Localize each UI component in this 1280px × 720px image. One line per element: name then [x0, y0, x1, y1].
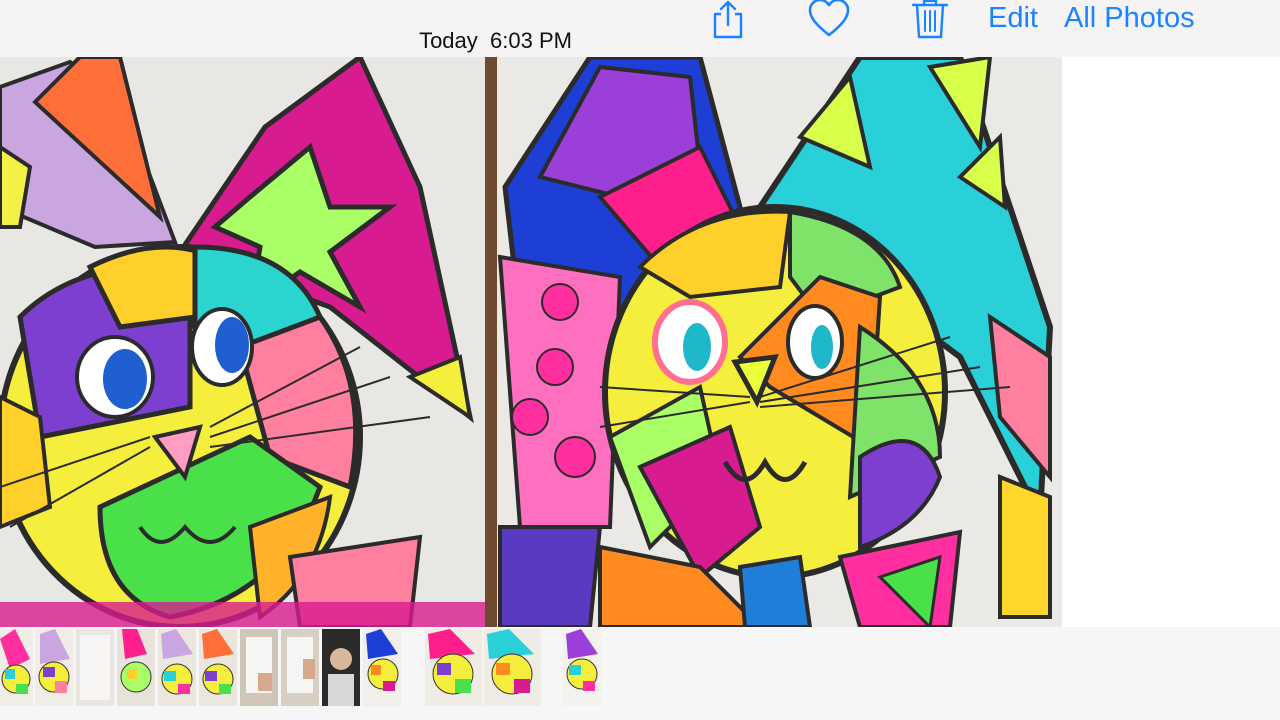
thumbnail[interactable]: [158, 629, 196, 706]
favorite-button[interactable]: [807, 0, 851, 38]
thumbnail[interactable]: [322, 629, 360, 706]
thumbnail[interactable]: [563, 629, 601, 706]
thumbnail-selected[interactable]: [425, 629, 482, 706]
delete-button[interactable]: [911, 0, 949, 40]
thumbnail[interactable]: [240, 629, 278, 706]
trash-icon: [911, 0, 949, 39]
time-label: 6:03 PM: [490, 28, 572, 53]
thumbnail[interactable]: [0, 629, 33, 706]
thumbnail[interactable]: [363, 629, 401, 706]
share-button[interactable]: [708, 0, 748, 40]
share-icon: [713, 0, 743, 39]
photo-viewer[interactable]: [0, 53, 1280, 631]
thumbnail[interactable]: [117, 629, 155, 706]
all-photos-button[interactable]: All Photos: [1064, 0, 1195, 36]
thumbnail[interactable]: [199, 629, 237, 706]
cat-artwork-photo: [0, 53, 1280, 631]
date-label: Today: [419, 28, 478, 53]
thumbnail[interactable]: [281, 629, 319, 706]
edit-button[interactable]: Edit: [988, 0, 1038, 36]
heart-icon: [808, 0, 850, 37]
thumbnail[interactable]: [76, 629, 114, 706]
thumbnail-strip: [0, 627, 1280, 720]
thumbnail-selected[interactable]: [484, 629, 541, 706]
top-bar: Today 6:03 PM Edit All Photos: [0, 0, 1280, 57]
thumbnail[interactable]: [35, 629, 73, 706]
